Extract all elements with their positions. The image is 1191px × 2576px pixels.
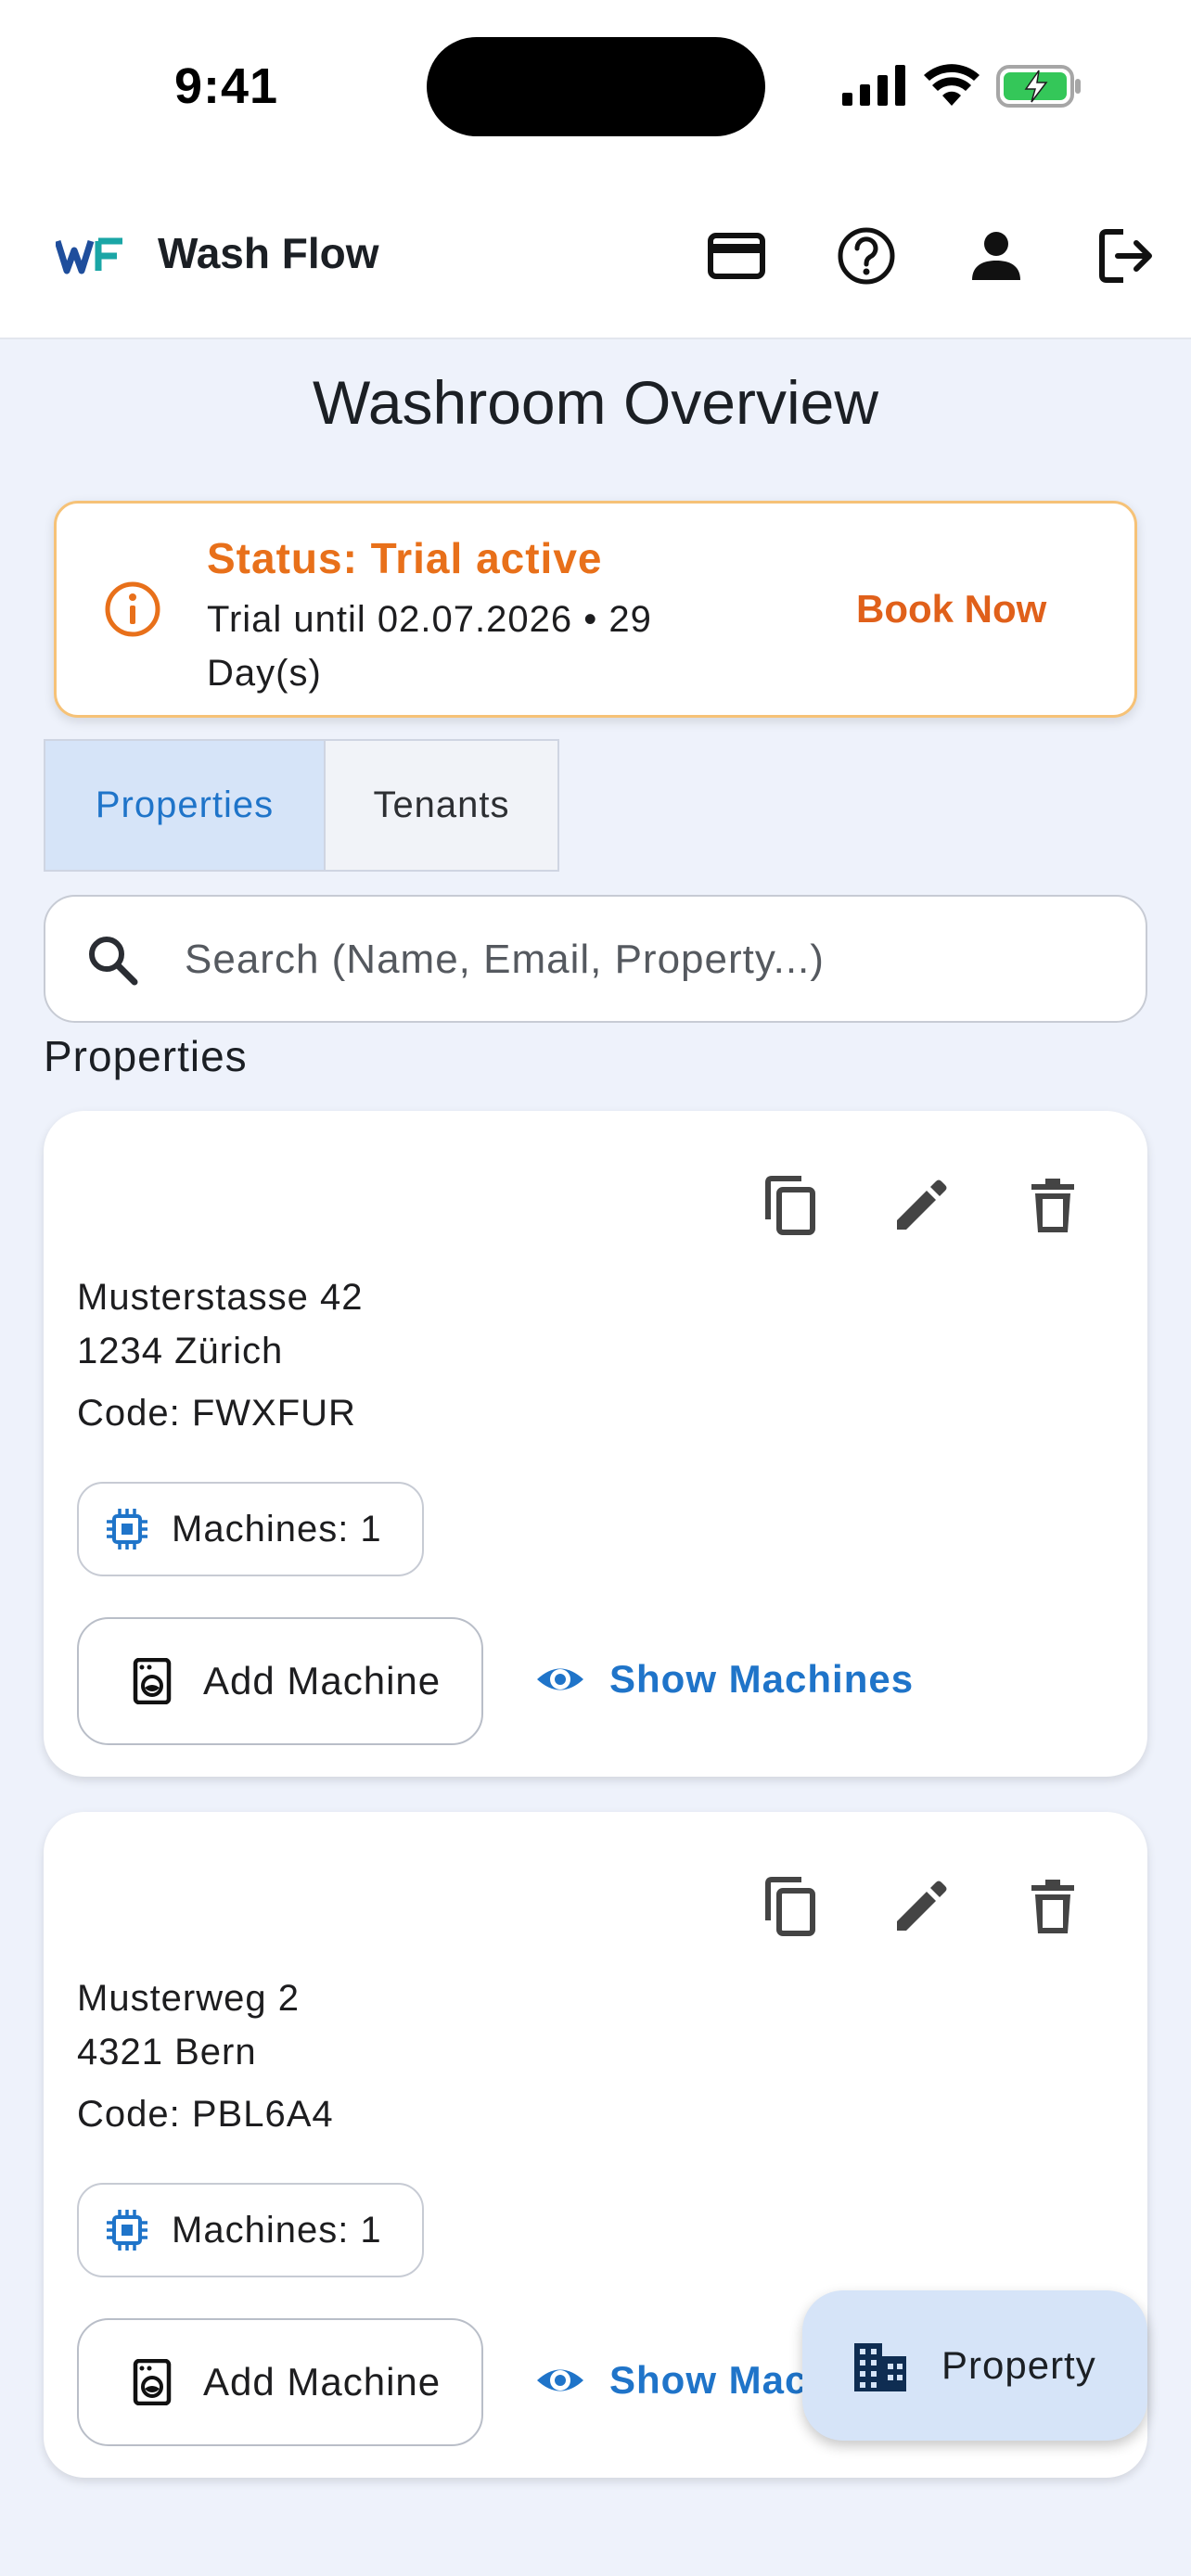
book-now-button[interactable]: Book Now: [856, 587, 1046, 631]
copy-icon: [765, 1176, 815, 1235]
property-code: Code: FWXFUR: [77, 1393, 356, 1434]
eye-icon: [537, 1668, 583, 1690]
washing-machine-icon: [133, 1658, 172, 1704]
property-code: Code: PBL6A4: [77, 2094, 334, 2135]
add-machine-button[interactable]: Add Machine: [77, 2318, 483, 2446]
person-icon: [972, 232, 1020, 280]
copy-property-button[interactable]: [756, 1172, 823, 1239]
search-input[interactable]: [185, 925, 1112, 995]
machines-count-chip: Machines: 1: [77, 1482, 424, 1576]
eye-icon: [537, 2369, 583, 2391]
app-header: Wash Flow: [0, 176, 1191, 339]
machines-count: Machines: 1: [172, 2209, 382, 2251]
trial-status-text: Trial until 02.07.2026 • 29 Day(s): [207, 599, 652, 694]
help-button[interactable]: [831, 221, 902, 291]
property-city: 4321 Bern: [77, 2032, 257, 2072]
tab-tenants[interactable]: Tenants: [326, 741, 557, 870]
section-title: Properties: [44, 1032, 248, 1080]
info-icon: [105, 581, 160, 637]
trash-icon: [1031, 1880, 1074, 1933]
machines-count-chip: Machines: 1: [77, 2183, 424, 2277]
status-time: 9:41: [174, 58, 279, 114]
property-address: Musterweg 2 4321 Bern: [77, 1971, 300, 2079]
add-machine-label: Add Machine: [203, 2360, 442, 2404]
fab-label: Property: [941, 2343, 1096, 2387]
trial-status-title: Status: Trial active: [207, 534, 603, 582]
add-machine-label: Add Machine: [203, 1659, 442, 1702]
chip-icon: [107, 2210, 147, 2251]
delete-property-button[interactable]: [1019, 1172, 1086, 1239]
logout-button[interactable]: [1091, 221, 1161, 291]
credit-card-icon: [708, 233, 765, 279]
washing-machine-icon: [133, 2359, 172, 2405]
cellular-signal-icon: [842, 65, 905, 106]
app-name: Wash Flow: [158, 229, 379, 277]
machines-count: Machines: 1: [172, 1508, 382, 1549]
edit-property-button[interactable]: [888, 1873, 954, 1940]
search-icon: [89, 937, 138, 986]
building-icon: [854, 2343, 906, 2391]
delete-property-button[interactable]: [1019, 1873, 1086, 1940]
pencil-icon: [897, 1881, 947, 1931]
show-machines-label: Show Machines: [609, 1657, 915, 1701]
chip-icon: [107, 1509, 147, 1549]
page-title: Washroom Overview: [312, 368, 879, 437]
help-circle-icon: [838, 227, 895, 285]
add-property-fab[interactable]: Property: [802, 2290, 1147, 2441]
search-box: [44, 895, 1147, 1023]
edit-property-button[interactable]: [888, 1172, 954, 1239]
wifi-icon: [924, 64, 980, 106]
battery-charging-icon: [996, 65, 1081, 108]
trial-status-banner: Status: Trial active Trial until 02.07.2…: [54, 501, 1137, 718]
add-machine-button[interactable]: Add Machine: [77, 1617, 483, 1745]
pencil-icon: [897, 1180, 947, 1230]
property-street: Musterweg 2: [77, 1978, 300, 2019]
trash-icon: [1031, 1179, 1074, 1232]
dynamic-island: [427, 37, 765, 136]
status-bar: 9:41: [0, 0, 1191, 176]
app-logo: [56, 237, 122, 274]
property-city: 1234 Zürich: [77, 1331, 284, 1371]
show-machines-button[interactable]: Show Machines: [535, 1654, 914, 1704]
logout-icon: [1099, 229, 1152, 283]
property-address: Musterstasse 42 1234 Zürich: [77, 1270, 363, 1378]
billing-card-button[interactable]: [701, 221, 772, 291]
view-tabs: Properties Tenants: [44, 739, 559, 872]
profile-button[interactable]: [961, 221, 1031, 291]
property-card: Musterstasse 42 1234 Zürich Code: FWXFUR…: [44, 1111, 1147, 1777]
copy-icon: [765, 1877, 815, 1936]
property-street: Musterstasse 42: [77, 1277, 364, 1318]
copy-property-button[interactable]: [756, 1873, 823, 1940]
tab-properties[interactable]: Properties: [45, 741, 326, 870]
